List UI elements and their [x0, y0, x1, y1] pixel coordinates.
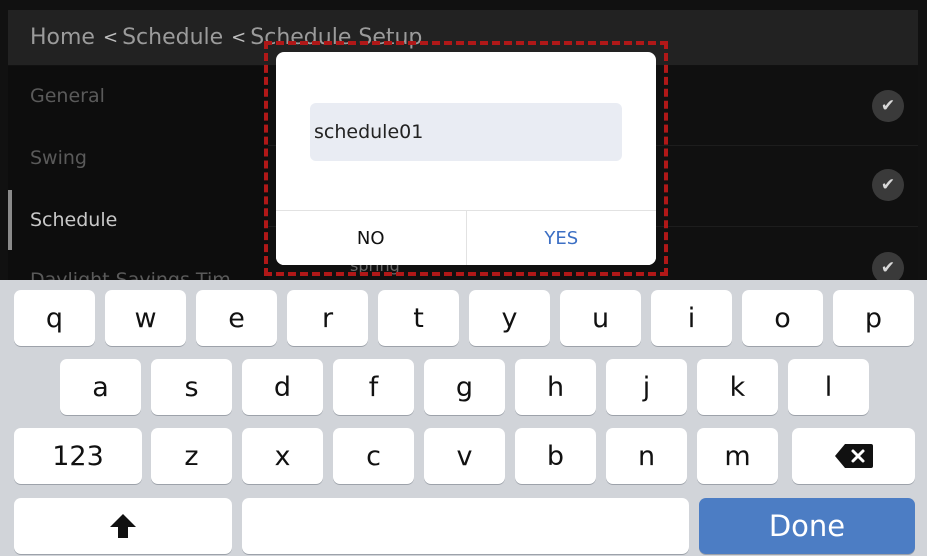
checkmark-icon: ✔: [872, 252, 904, 280]
no-button[interactable]: NO: [276, 211, 466, 265]
sidebar-item-schedule[interactable]: Schedule: [8, 190, 268, 250]
key-r[interactable]: r: [287, 290, 368, 346]
checkmark-icon: ✔: [872, 90, 904, 122]
shift-icon: [110, 514, 136, 538]
key-w[interactable]: w: [105, 290, 186, 346]
shift-key[interactable]: [14, 498, 232, 554]
numbers-mode-key[interactable]: 123: [14, 428, 142, 484]
breadcrumb-schedule[interactable]: Schedule: [122, 25, 223, 50]
key-p[interactable]: p: [833, 290, 914, 346]
key-v[interactable]: v: [424, 428, 505, 484]
key-j[interactable]: j: [606, 359, 687, 415]
key-k[interactable]: k: [697, 359, 778, 415]
schedule-name-input[interactable]: [310, 103, 622, 161]
space-key[interactable]: [242, 498, 689, 554]
key-x[interactable]: x: [242, 428, 323, 484]
done-key[interactable]: Done: [699, 498, 915, 554]
rename-dialog: NO YES: [276, 52, 656, 265]
chevron-left-icon: <: [231, 27, 247, 48]
dialog-actions: NO YES: [276, 210, 656, 265]
key-g[interactable]: g: [424, 359, 505, 415]
backspace-icon: [834, 444, 873, 468]
key-o[interactable]: o: [742, 290, 823, 346]
key-l[interactable]: l: [788, 359, 869, 415]
key-q[interactable]: q: [14, 290, 95, 346]
backspace-key[interactable]: [792, 428, 915, 484]
sidebar-item-daylight-savings[interactable]: Daylight Savings Tim: [8, 250, 268, 280]
key-n[interactable]: n: [606, 428, 687, 484]
key-f[interactable]: f: [333, 359, 414, 415]
checkmark-icon: ✔: [872, 169, 904, 201]
key-y[interactable]: y: [469, 290, 550, 346]
key-i[interactable]: i: [651, 290, 732, 346]
key-u[interactable]: u: [560, 290, 641, 346]
yes-button[interactable]: YES: [465, 211, 656, 265]
key-t[interactable]: t: [378, 290, 459, 346]
key-m[interactable]: m: [697, 428, 778, 484]
key-z[interactable]: z: [151, 428, 232, 484]
key-d[interactable]: d: [242, 359, 323, 415]
key-c[interactable]: c: [333, 428, 414, 484]
breadcrumb-home[interactable]: Home: [30, 25, 95, 50]
key-h[interactable]: h: [515, 359, 596, 415]
sidebar: General Swing Schedule Daylight Savings …: [8, 66, 268, 280]
onscreen-keyboard: q w e r t y u i o p a s d f g h j k l 12…: [0, 280, 927, 556]
key-b[interactable]: b: [515, 428, 596, 484]
key-e[interactable]: e: [196, 290, 277, 346]
sidebar-item-swing[interactable]: Swing: [8, 128, 268, 188]
key-s[interactable]: s: [151, 359, 232, 415]
key-a[interactable]: a: [60, 359, 141, 415]
chevron-left-icon: <: [102, 27, 119, 48]
sidebar-item-general[interactable]: General: [8, 66, 268, 126]
